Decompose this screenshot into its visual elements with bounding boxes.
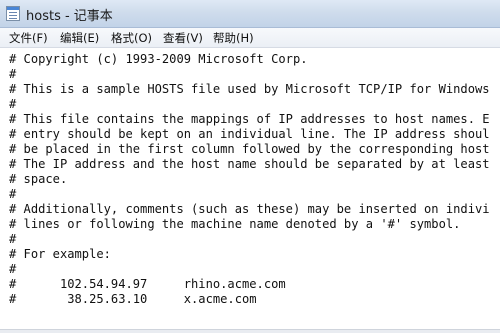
text-line: # The IP address and the host name shoul…	[9, 157, 490, 171]
text-line: # This is a sample HOSTS file used by Mi…	[9, 82, 490, 96]
horizontal-scrollbar[interactable]	[0, 329, 500, 333]
text-line: # lines or following the machine name de…	[9, 217, 461, 231]
text-line: # be placed in the first column followed…	[9, 142, 490, 156]
text-editor[interactable]: # Copyright (c) 1993-2009 Microsoft Corp…	[0, 48, 500, 333]
menu-format[interactable]: 格式(O)	[111, 30, 152, 46]
text-line: #	[9, 187, 17, 201]
menu-bar: 文件(F) 编辑(E) 格式(O) 查看(V) 帮助(H)	[0, 28, 500, 48]
text-line: # 102.54.94.97 rhino.acme.com	[9, 277, 286, 291]
title-bar: hosts - 记事本	[0, 0, 500, 28]
menu-view[interactable]: 查看(V)	[163, 30, 203, 46]
notepad-icon	[6, 6, 20, 21]
text-line: # entry should be kept on an individual …	[9, 127, 490, 141]
text-line: # 38.25.63.10 x.acme.com	[9, 292, 257, 306]
window-title: hosts - 记事本	[26, 9, 113, 24]
text-line: # This file contains the mappings of IP …	[9, 112, 490, 126]
menu-file[interactable]: 文件(F)	[9, 30, 48, 46]
text-line: #	[9, 262, 17, 276]
text-line: # Additionally, comments (such as these)…	[9, 202, 490, 216]
text-line: # For example:	[9, 247, 111, 261]
text-line: #	[9, 232, 17, 246]
text-line: #	[9, 67, 17, 81]
text-line: # space.	[9, 172, 68, 186]
menu-edit[interactable]: 编辑(E)	[60, 30, 99, 46]
text-line: #	[9, 97, 17, 111]
menu-help[interactable]: 帮助(H)	[213, 30, 254, 46]
text-line: # Copyright (c) 1993-2009 Microsoft Corp…	[9, 52, 308, 66]
